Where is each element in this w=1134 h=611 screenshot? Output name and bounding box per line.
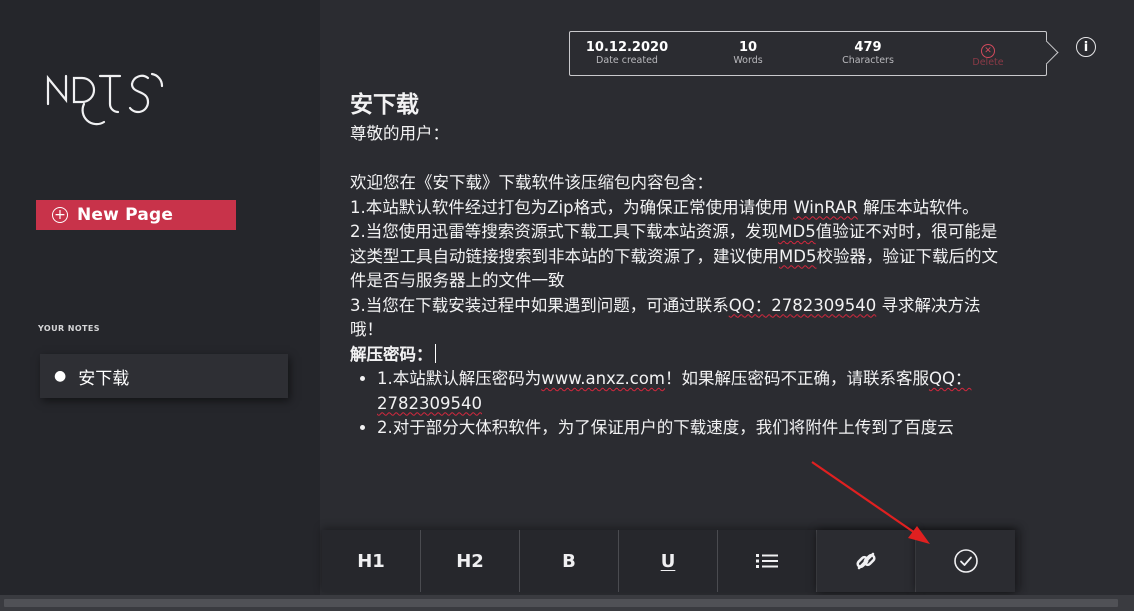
main-panel: 10.12.2020 Date created 10 Words 479 Cha… [320,0,1134,595]
date-created-value: 10.12.2020 [585,39,669,55]
heading2-button[interactable]: H2 [421,530,520,592]
delete-icon: ✕ [981,43,995,58]
delete-button[interactable]: ✕ Delete [952,39,1024,69]
character-count-label: Characters [842,54,894,66]
new-page-label: New Page [77,205,174,225]
app-logo [46,72,164,126]
plus-circle-icon: + [52,207,68,223]
editor-bullet-list: 1.本站默认解压密码为www.anxz.com！如果解压密码不正确，请联系客服Q… [350,367,1010,441]
info-icon[interactable]: i [1076,37,1096,57]
editor-line: 1.本站默认软件经过打包为Zip格式，为确保正常使用请使用 WinRAR 解压本… [350,197,979,217]
link-icon [856,552,876,570]
date-created: 10.12.2020 Date created [582,39,672,67]
editor-line: 2.当您使用迅雷等搜索资源式下载工具下载本站资源，发现MD5值验证不对时，很可能… [350,222,998,290]
note-list-item[interactable]: ● 安下载 [40,354,288,398]
heading1-button[interactable]: H1 [322,530,421,592]
character-count-value: 479 [854,39,882,55]
horizontal-scrollbar[interactable] [0,595,1134,611]
delete-label: Delete [972,56,1004,68]
editor-line: 尊敬的用户： [350,124,449,143]
list-item: 1.本站默认解压密码为www.anxz.com！如果解压密码不正确，请联系客服Q… [377,367,1010,416]
scrollbar-thumb[interactable] [4,599,1118,607]
vertical-scrollbar[interactable] [1124,0,1134,595]
word-count-value: 10 [738,39,758,55]
note-editor[interactable]: 安下载 尊敬的用户： 欢迎您在《安下载》下载软件该压缩包内容包含： 1.本站默认… [350,88,1010,441]
your-notes-heading: YOUR NOTES [38,324,100,333]
date-created-label: Date created [596,54,658,66]
link-button[interactable] [817,530,916,592]
list-icon [756,554,778,568]
sidebar: + New Page YOUR NOTES ● 安下载 [0,0,320,595]
character-count: 479 Characters [828,39,908,67]
new-page-button[interactable]: + New Page [36,200,236,230]
bullet-icon: ● [54,368,67,384]
save-check-button[interactable] [916,530,1015,592]
word-count-label: Words [733,54,763,66]
editor-line: 解压密码： [350,343,1010,368]
format-toolbar: H1 H2 B U [322,530,1020,592]
word-count: 10 Words [710,39,786,67]
list-item: 2.对于部分大体积软件，为了保证用户的下载速度，我们将附件上传到了百度云 [377,416,1010,441]
check-circle-icon [953,549,978,573]
editor-line: 3.当您在下载安装过程中如果遇到问题，可通过联系QQ：2782309540 寻求… [350,295,981,340]
note-heading: 安下载 [350,92,419,118]
editor-line: 欢迎您在《安下载》下载软件该压缩包内容包含： [350,173,713,192]
bold-button[interactable]: B [520,530,619,592]
text-cursor [434,343,436,363]
list-button[interactable] [718,530,817,592]
underline-button[interactable]: U [619,530,718,592]
note-meta-panel: 10.12.2020 Date created 10 Words 479 Cha… [569,31,1047,76]
app-window: + New Page YOUR NOTES ● 安下载 10.12.2020 D… [0,0,1134,611]
note-title: 安下载 [78,368,130,389]
